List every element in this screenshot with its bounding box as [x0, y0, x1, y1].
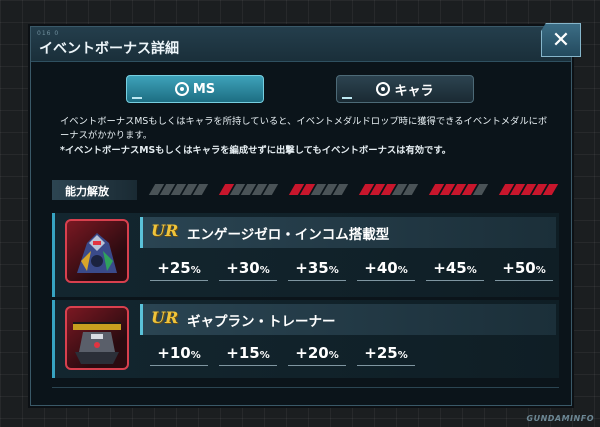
bonus-percent: %: [259, 350, 270, 361]
dialog-title: イベントボーナス詳細: [39, 41, 179, 57]
mobile-suit-icon: [77, 233, 117, 273]
event-bonus-dialog: 016 0 イベントボーナス詳細 ✕ MS キャラ イベントボーナスMSもしくは…: [30, 23, 581, 406]
level-indicator: [218, 184, 279, 195]
level-indicator: [148, 184, 209, 195]
close-button[interactable]: ✕: [541, 23, 581, 57]
tab-tick: [342, 97, 352, 99]
bonus-percent: %: [328, 265, 339, 276]
bonus-value: +30%: [219, 259, 277, 281]
unit-card[interactable]: UR エンゲージゼロ・インコム搭載型 +25% +30% +35% +40% +45% +…: [52, 213, 559, 297]
bonus-notes: イベントボーナスMSもしくはキャラを所持していると、イベントメダルドロップ時に獲…: [60, 115, 550, 158]
bonus-percent: %: [328, 350, 339, 361]
level-indicator: [288, 184, 349, 195]
unit-thumbnail: [65, 219, 129, 283]
bonus-number: +35: [295, 259, 329, 277]
bonus-number: +15: [226, 344, 260, 362]
bonus-value: +45%: [426, 259, 484, 281]
bonus-number: +50: [502, 259, 536, 277]
tab-chara-label: キャラ: [394, 83, 434, 99]
watermark: GUNDAMINFO: [526, 414, 594, 423]
unit-name: ギャプラン・トレーナー: [187, 314, 336, 330]
bonus-number: +25: [157, 259, 191, 277]
target-icon: [174, 82, 189, 96]
tab-tick: [132, 97, 142, 99]
bonus-percent: %: [190, 265, 201, 276]
bonus-percent: %: [259, 265, 270, 276]
bonus-value: +15%: [219, 344, 277, 366]
bonus-percent: %: [466, 265, 477, 276]
unit-thumbnail: [65, 306, 129, 370]
bonus-value: +50%: [495, 259, 553, 281]
mobile-suit-icon: [73, 322, 121, 364]
bonus-number: +30: [226, 259, 260, 277]
bonus-value: +10%: [150, 344, 208, 366]
note-line-2: *イベントボーナスMSもしくはキャラを編成せずに出撃してもイベントボーナスは有効…: [60, 145, 452, 156]
bonus-percent: %: [190, 350, 201, 361]
bonus-percent: %: [397, 265, 408, 276]
bonus-number: +40: [364, 259, 398, 277]
ability-release-row: 能力解放: [52, 180, 559, 200]
note-line-1: イベントボーナスMSもしくはキャラを所持していると、イベントメダルドロップ時に獲…: [60, 116, 548, 141]
bonus-percent: %: [397, 350, 408, 361]
bonus-value: +25%: [150, 259, 208, 281]
bonus-value: +25%: [357, 344, 415, 366]
bonus-value: +35%: [288, 259, 346, 281]
rarity-badge: UR: [151, 221, 179, 240]
bonus-number: +10: [157, 344, 191, 362]
bonus-percent: %: [535, 265, 546, 276]
bonus-number: +45: [433, 259, 467, 277]
level-indicator: [428, 184, 489, 195]
bonus-number: +20: [295, 344, 329, 362]
bonus-values: +25% +30% +35% +40% +45% +50%: [150, 259, 560, 281]
unit-name-bar: UR エンゲージゼロ・インコム搭載型: [140, 217, 556, 248]
level-indicator: [358, 184, 419, 195]
target-icon: [376, 82, 391, 96]
bonus-value: +40%: [357, 259, 415, 281]
footer-divider: [52, 387, 559, 388]
unit-card[interactable]: UR ギャプラン・トレーナー +10% +15% +20% +25%: [52, 300, 559, 378]
tab-ms[interactable]: MS: [126, 75, 264, 103]
tab-chara[interactable]: キャラ: [336, 75, 474, 103]
bonus-value: +20%: [288, 344, 346, 366]
ability-release-label: 能力解放: [52, 180, 137, 200]
unit-name: エンゲージゼロ・インコム搭載型: [187, 227, 390, 243]
close-icon: ✕: [551, 27, 571, 53]
bonus-number: +25: [364, 344, 398, 362]
bonus-values: +10% +15% +20% +25%: [150, 344, 560, 366]
level-indicator: [498, 184, 559, 195]
rarity-badge: UR: [151, 308, 179, 327]
title-bar: 016 0 イベントボーナス詳細: [31, 27, 571, 62]
tab-ms-label: MS: [192, 81, 216, 97]
unit-name-bar: UR ギャプラン・トレーナー: [140, 304, 556, 335]
title-tag: 016 0: [37, 30, 60, 37]
